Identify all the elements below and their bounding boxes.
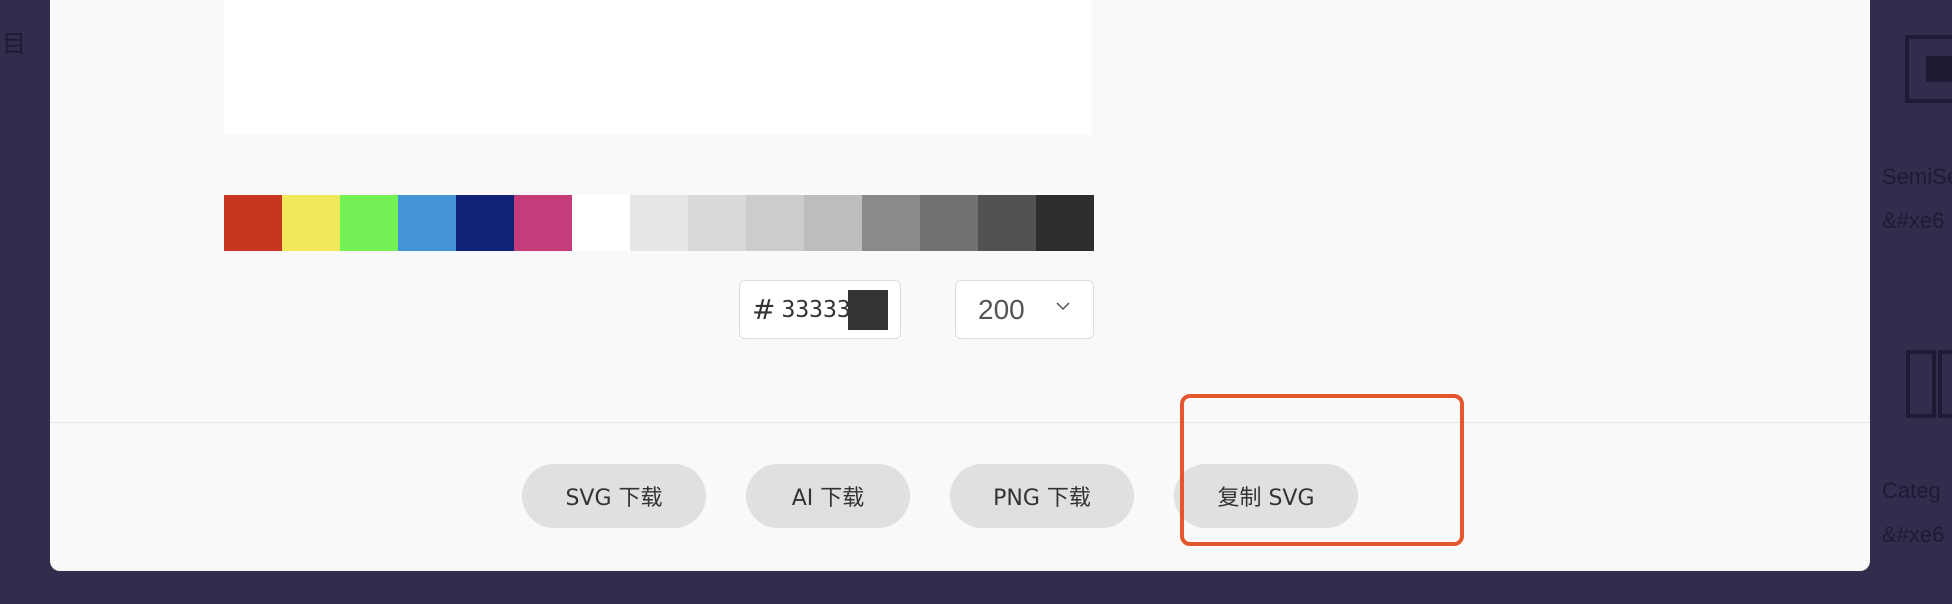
size-dropdown[interactable]: 200 xyxy=(955,280,1094,339)
icon-code: &#xe6 xyxy=(1882,522,1945,547)
copy-svg-button[interactable]: 复制 SVG xyxy=(1174,464,1358,528)
color-swatch[interactable] xyxy=(514,195,572,251)
icon-name: Categ xyxy=(1882,478,1941,503)
color-swatch[interactable] xyxy=(804,195,862,251)
color-swatch[interactable] xyxy=(630,195,688,251)
svg-download-button[interactable]: SVG 下载 xyxy=(522,464,706,528)
color-swatch[interactable] xyxy=(572,195,630,251)
color-swatch[interactable] xyxy=(746,195,804,251)
color-swatch[interactable] xyxy=(862,195,920,251)
square-icon[interactable] xyxy=(1904,34,1952,104)
left-sidebar-icon: 目 xyxy=(2,30,26,58)
color-swatch[interactable] xyxy=(398,195,456,251)
size-value: 200 xyxy=(978,293,1025,325)
color-swatch[interactable] xyxy=(224,195,282,251)
color-swatch[interactable] xyxy=(340,195,398,251)
color-swatch[interactable] xyxy=(282,195,340,251)
color-palette xyxy=(224,195,1094,251)
chevron-down-icon xyxy=(1056,302,1070,311)
ai-download-button[interactable]: AI 下载 xyxy=(746,464,910,528)
footer-divider xyxy=(50,422,1870,423)
color-swatch[interactable] xyxy=(920,195,978,251)
icon-code: &#xe6 xyxy=(1882,208,1945,233)
color-swatch[interactable] xyxy=(688,195,746,251)
color-swatch[interactable] xyxy=(456,195,514,251)
right-icon-list: SemiSe &#xe6 Categ &#xe6 xyxy=(1870,0,1952,604)
icon-detail-modal: # 333333 200 SVG 下载 AI 下载 PNG 下载 复制 SVG xyxy=(50,0,1870,571)
png-download-button[interactable]: PNG 下载 xyxy=(950,464,1134,528)
icon-preview-area xyxy=(224,0,1092,135)
color-swatch[interactable] xyxy=(978,195,1036,251)
columns-icon[interactable] xyxy=(1906,350,1952,420)
page-root: 目 # 333333 200 SVG 下载 AI 下载 PNG 下载 复制 SV… xyxy=(0,0,1952,604)
icon-name: SemiSe xyxy=(1882,164,1952,189)
color-swatch[interactable] xyxy=(1036,195,1094,251)
color-preview-chip[interactable] xyxy=(848,290,888,330)
hex-color-field[interactable]: # 333333 xyxy=(739,280,901,339)
hash-symbol: # xyxy=(752,292,776,326)
